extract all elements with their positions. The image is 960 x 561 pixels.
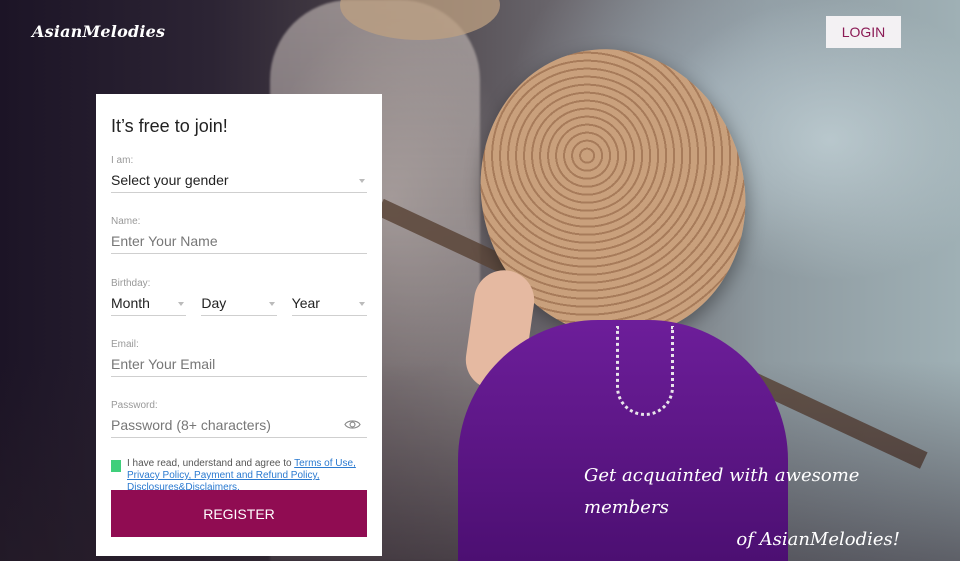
birthday-label: Birthday: <box>111 278 151 289</box>
birth-month-value: Month <box>111 294 150 311</box>
caret-down-icon <box>178 302 185 306</box>
birthday-field: Birthday: Month Day Year <box>111 278 367 316</box>
hero-tagline: Get acquainted with awesome members of A… <box>560 460 900 556</box>
password-field: Password: <box>111 400 367 438</box>
birth-month-select[interactable]: Month <box>111 290 187 316</box>
name-label: Name: <box>111 216 141 227</box>
birth-year-value: Year <box>291 294 320 311</box>
birth-day-select[interactable]: Day <box>201 290 277 316</box>
name-field: Name: <box>111 216 367 254</box>
terms-agreement: I have read, understand and agree to Ter… <box>111 458 371 494</box>
gender-select-value: Select your gender <box>111 171 229 188</box>
birth-year-select[interactable]: Year <box>291 290 367 316</box>
terms-checkbox[interactable] <box>111 460 121 472</box>
name-input[interactable] <box>111 232 367 249</box>
caret-down-icon <box>359 179 365 183</box>
birth-day-value: Day <box>201 294 227 311</box>
registration-form: It’s free to join! I am: Select your gen… <box>96 94 382 556</box>
form-title: It’s free to join! <box>111 116 228 136</box>
gender-label: I am: <box>111 155 134 166</box>
login-button[interactable]: LOGIN <box>826 16 901 48</box>
necklace <box>616 326 674 416</box>
register-button[interactable]: REGISTER <box>111 490 367 537</box>
password-label: Password: <box>111 400 158 411</box>
gender-select[interactable]: Select your gender <box>111 167 367 193</box>
tagline-line-2: of AsianMelodies! <box>736 529 900 550</box>
tagline-line-1: Get acquainted with awesome members <box>584 465 860 518</box>
terms-text: I have read, understand and agree to <box>127 458 295 469</box>
caret-down-icon <box>268 302 275 306</box>
eye-icon[interactable] <box>344 418 361 431</box>
email-input[interactable] <box>111 355 367 372</box>
email-field: Email: <box>111 339 367 377</box>
gender-field: I am: Select your gender <box>111 155 367 193</box>
site-logo[interactable]: AsianMelodies <box>32 22 165 41</box>
password-input[interactable] <box>111 416 367 433</box>
caret-down-icon <box>358 302 365 306</box>
email-label: Email: <box>111 339 139 350</box>
